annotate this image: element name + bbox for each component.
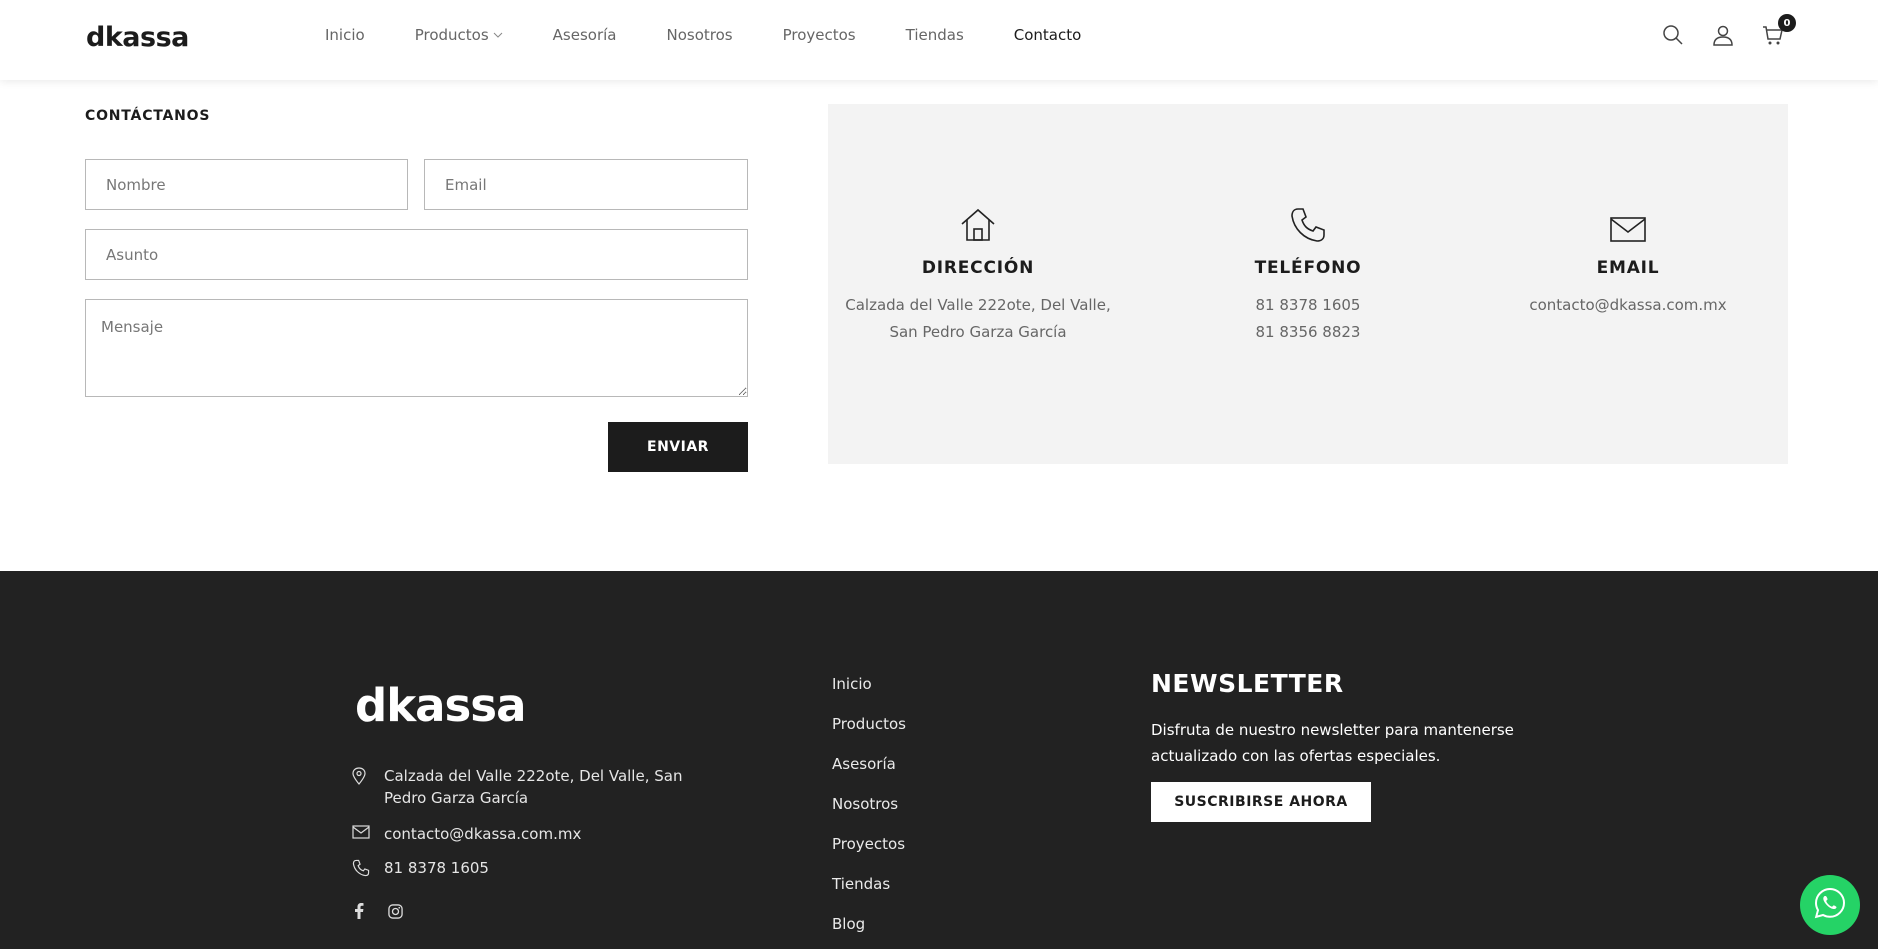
nav-item-label: Tiendas	[905, 26, 964, 44]
whatsapp-icon	[1813, 886, 1847, 924]
footer-logo[interactable]: dkassa	[355, 679, 526, 732]
address-text: Calzada del Valle 222ote, Del Valle, San…	[828, 292, 1128, 346]
nav-item-nosotros[interactable]: Nosotros	[666, 26, 732, 44]
location-pin-icon	[352, 765, 384, 785]
footer-link-asesoria[interactable]: Asesoría	[832, 755, 906, 795]
footer-link-proyectos[interactable]: Proyectos	[832, 835, 906, 875]
nav-item-inicio[interactable]: Inicio	[325, 26, 365, 44]
facebook-icon[interactable]	[350, 902, 368, 920]
email-info: EMAIL contacto@dkassa.com.mx	[1478, 194, 1778, 319]
phone-info: TELÉFONO 81 8378 1605 81 8356 8823	[1158, 194, 1458, 346]
footer-links: Inicio Productos Asesoría Nosotros Proye…	[832, 675, 906, 949]
email-text: contacto@dkassa.com.mx	[1478, 292, 1778, 319]
nav-item-label: Contacto	[1013, 26, 1082, 44]
nav-item-productos[interactable]: Productos	[415, 26, 503, 44]
send-button[interactable]: ENVIAR	[608, 422, 748, 472]
footer-link-productos[interactable]: Productos	[832, 715, 906, 755]
phone-title: TELÉFONO	[1254, 258, 1362, 278]
phone-text: 81 8378 1605 81 8356 8823	[1158, 292, 1458, 346]
cart-count-badge: 0	[1778, 14, 1796, 32]
site-header: dkassa Inicio Productos Asesoría Nosotro…	[0, 0, 1878, 80]
mail-icon	[352, 823, 384, 839]
phone-line-2[interactable]: 81 8356 8823	[1256, 323, 1361, 341]
whatsapp-button[interactable]	[1800, 875, 1860, 935]
footer-link-nosotros[interactable]: Nosotros	[832, 795, 906, 835]
social-links	[350, 902, 404, 920]
address-line-1: Calzada del Valle 222ote, Del Valle,	[845, 296, 1111, 314]
subject-input[interactable]	[85, 229, 748, 280]
logo[interactable]: dkassa	[86, 22, 189, 53]
footer-link-tiendas[interactable]: Tiendas	[832, 875, 906, 915]
email-line-1[interactable]: contacto@dkassa.com.mx	[1529, 296, 1726, 314]
newsletter-text: Disfruta de nuestro newsletter para mant…	[1151, 721, 1514, 765]
search-icon[interactable]	[1660, 22, 1686, 48]
subscribe-button[interactable]: SUSCRIBIRSE AHORA	[1151, 782, 1371, 822]
name-input[interactable]	[85, 159, 408, 210]
nav-item-label: Nosotros	[666, 26, 733, 44]
footer-link-inicio[interactable]: Inicio	[832, 675, 906, 715]
footer-address: Calzada del Valle 222ote, Del Valle, San…	[352, 765, 692, 809]
phone-icon	[352, 857, 384, 877]
home-icon	[828, 194, 1128, 244]
message-textarea[interactable]	[85, 299, 748, 397]
footer-address-text: Calzada del Valle 222ote, Del Valle, San…	[384, 767, 683, 807]
footer-email[interactable]: contacto@dkassa.com.mx	[352, 823, 581, 845]
nav-item-proyectos[interactable]: Proyectos	[783, 26, 856, 44]
footer-link-blog[interactable]: Blog	[832, 915, 906, 949]
chevron-down-icon	[493, 30, 503, 40]
mail-icon	[1478, 194, 1778, 244]
header-icons: 0	[1660, 14, 1796, 48]
newsletter-title: NEWSLETTER	[1151, 669, 1344, 698]
address-line-2: San Pedro Garza García	[889, 323, 1067, 341]
nav-item-tiendas[interactable]: Tiendas	[906, 26, 964, 44]
nav-item-label: Proyectos	[782, 26, 856, 44]
nav-item-label: Asesoría	[552, 26, 617, 44]
form-title: CONTÁCTANOS	[85, 108, 211, 124]
footer-phone[interactable]: 81 8378 1605	[352, 857, 489, 879]
address-info: DIRECCIÓN Calzada del Valle 222ote, Del …	[828, 194, 1128, 346]
phone-icon	[1158, 194, 1458, 244]
address-title: DIRECCIÓN	[921, 258, 1035, 278]
nav-item-label: Inicio	[325, 26, 365, 44]
phone-line-1[interactable]: 81 8378 1605	[1256, 296, 1361, 314]
email-input[interactable]	[424, 159, 748, 210]
contact-info-box: DIRECCIÓN Calzada del Valle 222ote, Del …	[828, 104, 1788, 464]
cart-icon[interactable]: 0	[1760, 14, 1796, 48]
email-title: EMAIL	[1596, 258, 1660, 278]
nav-item-asesoria[interactable]: Asesoría	[553, 26, 617, 44]
user-icon[interactable]	[1710, 22, 1736, 48]
nav-item-contacto[interactable]: Contacto	[1014, 26, 1082, 44]
main-nav: Inicio Productos Asesoría Nosotros Proye…	[325, 26, 1131, 44]
footer-phone-text: 81 8378 1605	[384, 859, 489, 877]
site-footer: dkassa Calzada del Valle 222ote, Del Val…	[0, 571, 1878, 949]
footer-email-text: contacto@dkassa.com.mx	[384, 825, 582, 843]
nav-item-label: Productos	[414, 26, 489, 44]
instagram-icon[interactable]	[386, 902, 404, 920]
